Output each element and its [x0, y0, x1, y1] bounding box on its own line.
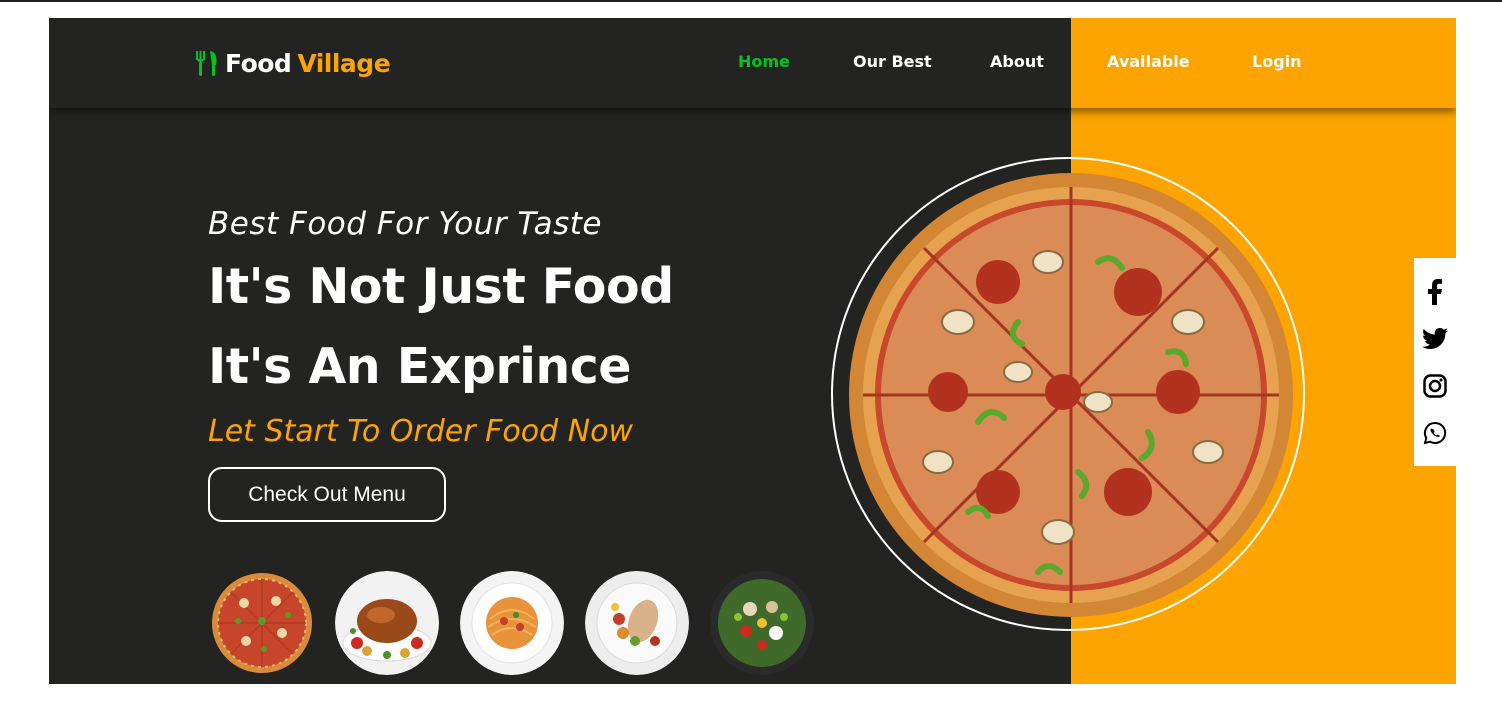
fork-knife-icon — [196, 51, 217, 76]
nav-our-best[interactable]: Our Best — [853, 52, 932, 71]
spaghetti-thumbnail-image — [460, 571, 564, 675]
check-out-menu-button[interactable]: Check Out Menu — [208, 467, 446, 522]
page-top-border — [0, 0, 1502, 2]
salad-bowl-thumbnail[interactable] — [710, 571, 814, 675]
pizza-thumbnail[interactable] — [210, 571, 314, 675]
spaghetti-thumbnail[interactable] — [460, 571, 564, 675]
logo-text-food: Food — [225, 48, 292, 78]
nav-home[interactable]: Home — [738, 52, 790, 71]
whatsapp-icon[interactable] — [1421, 419, 1449, 447]
hero-headline-line1: It's Not Just Food — [208, 258, 674, 315]
social-bar — [1414, 258, 1456, 466]
twitter-icon[interactable] — [1421, 325, 1449, 353]
grilled-chicken-thumbnail-image — [585, 571, 689, 675]
hero-tagline: Let Start To Order Food Now — [208, 414, 633, 449]
grilled-chicken-vegetables-thumbnail[interactable] — [585, 571, 689, 675]
salad-bowl-thumbnail-image — [710, 571, 814, 675]
hero-circle-outline — [831, 157, 1305, 631]
hero-subtitle: Best Food For Your Taste — [208, 206, 602, 242]
nav-available[interactable]: Available — [1107, 52, 1190, 71]
instagram-icon[interactable] — [1421, 372, 1449, 400]
roast-chicken-thumbnail-image — [335, 571, 439, 675]
pizza-thumbnail-image — [210, 571, 314, 675]
navbar: Food Village Home Our Best About Availab… — [49, 18, 1456, 108]
hero-section: Food Village Home Our Best About Availab… — [49, 18, 1456, 684]
nav-login[interactable]: Login — [1252, 52, 1302, 71]
hero-headline-line2: It's An Exprince — [208, 338, 632, 395]
logo-text-village: Village — [297, 48, 391, 78]
logo[interactable]: Food Village — [195, 46, 391, 80]
roast-chicken-thumbnail[interactable] — [335, 571, 439, 675]
facebook-icon[interactable] — [1421, 278, 1449, 306]
nav-about[interactable]: About — [990, 52, 1044, 71]
